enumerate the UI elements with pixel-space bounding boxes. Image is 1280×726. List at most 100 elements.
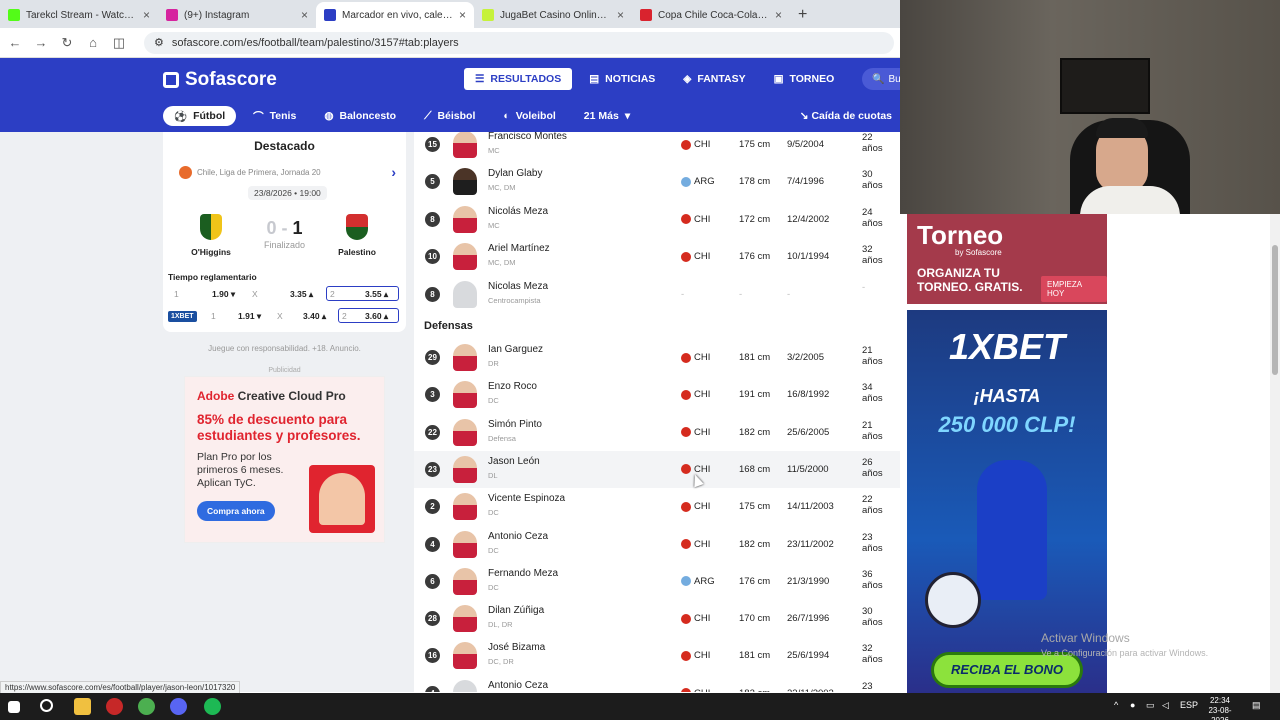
close-icon[interactable]: × (301, 8, 308, 22)
windows-start-icon[interactable] (8, 701, 20, 713)
close-icon[interactable]: × (775, 8, 782, 22)
microphone-icon[interactable]: ● (1130, 700, 1135, 710)
featured-match-card[interactable]: Destacado Chile, Liga de Primera, Jornad… (163, 132, 406, 332)
new-tab-button[interactable]: + (790, 6, 815, 28)
age-number: 22 (862, 494, 873, 506)
table-row[interactable]: 2 Vicente Espinoza DC CHI 175 cm 14/11/2003 22… (414, 488, 900, 525)
browser-tab[interactable]: Tarekcl Stream - Watch Live on × (0, 2, 158, 28)
odds-value-1[interactable]: 1.91 ▾ (238, 311, 261, 322)
split-view-icon[interactable]: ◫ (112, 35, 126, 51)
sport-voleibol[interactable]: ◐ Voleibol (492, 106, 566, 126)
sport-mas[interactable]: 21 Más ▾ (573, 106, 641, 126)
player-name[interactable]: Jason León (488, 456, 540, 467)
browser-tab[interactable]: (9+) Instagram × (158, 2, 316, 28)
player-name[interactable]: Dylan Glaby (488, 168, 542, 179)
close-icon[interactable]: × (459, 8, 466, 22)
home-icon[interactable]: ⌂ (86, 35, 100, 50)
nav-torneo[interactable]: ▣ TORNEO (763, 68, 846, 90)
sport-beisbol[interactable]: ⟋ Béisbol (413, 106, 486, 126)
player-name[interactable]: Francisco Montes (488, 132, 567, 142)
search-icon[interactable] (40, 699, 53, 712)
caida-de-cuotas-link[interactable]: ↘ Caída de cuotas (800, 110, 892, 122)
file-explorer-icon[interactable] (74, 698, 91, 715)
nav-noticias[interactable]: ▤ NOTICIAS (578, 68, 666, 90)
player-name[interactable]: Nicolás Meza (488, 206, 548, 217)
player-name[interactable]: Antonio Ceza (488, 680, 548, 691)
browser-tab[interactable]: JugaBet Casino Online | El Mejo × (474, 2, 632, 28)
tab-favicon-icon (482, 9, 494, 21)
table-row[interactable]: 5 Dylan Glaby MC, DM ARG 178 cm 7/4/1996 30 año… (414, 163, 900, 200)
forward-icon[interactable]: → (34, 35, 48, 50)
table-row[interactable]: 16 José Bizama DC, DR CHI 181 cm 25/6/1994 32 a… (414, 637, 900, 674)
scrollbar-thumb[interactable] (1272, 245, 1278, 375)
adobe-cta-button[interactable]: Compra ahora (197, 501, 275, 521)
torneo-line1: ORGANIZA TU (917, 266, 1000, 280)
nav-resultados[interactable]: ☰ RESULTADOS (464, 68, 573, 90)
table-row[interactable]: 29 Ian Garguez DR CHI 181 cm 3/2/2005 21 años (414, 339, 900, 376)
chevron-right-icon[interactable]: › (391, 164, 396, 180)
match-date: 23/8/2026 • 19:00 (248, 186, 327, 200)
odds-value-1[interactable]: 1.90 ▾ (212, 289, 235, 300)
table-row[interactable]: 28 Dilan Zúñiga DL, DR CHI 170 cm 26/7/1996 30… (414, 600, 900, 637)
player-age: 21 años (862, 420, 883, 442)
language-indicator[interactable]: ESP (1180, 700, 1198, 710)
player-name[interactable]: Nicolas Meza (488, 281, 548, 292)
table-row[interactable]: 8 Nicolás Meza MC CHI 172 cm 12/4/2002 24 años (414, 201, 900, 238)
player-name[interactable]: Simón Pinto (488, 419, 542, 430)
tray-chevron-icon[interactable]: ^ (1114, 700, 1118, 710)
back-icon[interactable]: ← (8, 35, 22, 50)
flag-icon (681, 688, 691, 692)
network-icon[interactable]: ▭ (1146, 700, 1155, 711)
table-row[interactable]: 10 Ariel Martínez MC, DM CHI 176 cm 10/1/1994… (414, 238, 900, 275)
sport-baloncesto[interactable]: ◍ Baloncesto (313, 106, 407, 126)
1xbet-badge[interactable]: 1XBET (168, 310, 197, 322)
spotify-icon[interactable] (204, 698, 221, 715)
app-icon[interactable] (106, 698, 123, 715)
player-name[interactable]: Vicente Espinoza (488, 493, 565, 504)
discord-icon[interactable] (170, 698, 187, 715)
torneo-ad[interactable]: Torneo by Sofascore ORGANIZA TU TORNEO. G… (907, 214, 1107, 304)
sport-futbol[interactable]: ⚽ Fútbol (163, 106, 237, 126)
chrome-icon[interactable] (138, 698, 155, 715)
site-info-icon[interactable]: ⚙ (154, 36, 164, 49)
nationality: CHI (681, 352, 710, 363)
table-row[interactable]: 4 Antonio Ceza DC CHI 182 cm 23/11/2002 23 años (414, 526, 900, 563)
sport-tenis[interactable]: ⌒ Tenis (242, 106, 307, 126)
player-name[interactable]: Antonio Ceza (488, 531, 548, 542)
table-row[interactable]: 3 Enzo Roco DC CHI 191 cm 16/8/1992 34 años (414, 376, 900, 413)
browser-tab[interactable]: Copa Chile Coca-Cola Zero Azu × (632, 2, 790, 28)
torneo-cta-button[interactable]: EMPIEZA HOY (1041, 276, 1107, 302)
address-input[interactable]: ⚙ sofascore.com/es/football/team/palesti… (144, 31, 894, 54)
player-position: MC (488, 220, 500, 230)
notifications-icon[interactable]: ▤ (1252, 700, 1261, 711)
age-number: 21 (862, 345, 873, 356)
taskbar-clock[interactable]: 22:34 23-08-2026 (1200, 696, 1240, 726)
sport-label: Voleibol (515, 110, 556, 122)
player-name[interactable]: Ian Garguez (488, 344, 543, 355)
reload-icon[interactable]: ↻ (60, 35, 74, 51)
table-row[interactable]: 4 Antonio Ceza CHI 182 cm 23/11/2002 23 (414, 675, 900, 692)
browser-tab[interactable]: Marcador en vivo, calendario y × (316, 2, 474, 28)
sport-label: Fútbol (193, 110, 226, 122)
close-icon[interactable]: × (143, 8, 150, 22)
sofascore-logo[interactable]: Sofascore (163, 69, 277, 91)
player-name[interactable]: Ariel Martínez (488, 243, 550, 254)
volume-icon[interactable]: ◁ (1162, 700, 1169, 711)
player-name[interactable]: Enzo Roco (488, 381, 537, 392)
close-icon[interactable]: × (617, 8, 624, 22)
nav-fantasy[interactable]: ◈ FANTASY (672, 68, 756, 90)
avatar (453, 605, 477, 633)
table-row[interactable]: 6 Fernando Meza DC ARG 176 cm 21/3/1990 36 años (414, 563, 900, 600)
player-name[interactable]: José Bizama (488, 642, 545, 653)
player-name[interactable]: Dilan Zúñiga (488, 605, 544, 616)
table-row[interactable]: 15 Francisco Montes MC CHI 175 cm 9/5/2004 22 a… (414, 132, 900, 163)
player-position: DC, DR (488, 657, 514, 667)
player-name[interactable]: Fernando Meza (488, 568, 558, 579)
odds-value-x[interactable]: 3.40 ▴ (303, 311, 326, 322)
table-row[interactable]: 22 Simón Pinto Defensa CHI 182 cm 25/6/2005 21… (414, 414, 900, 451)
odds-value-x[interactable]: 3.35 ▴ (290, 289, 313, 300)
table-row[interactable]: 8 Nicolas Meza Centrocampista - - - - (414, 276, 900, 313)
nationality-code: CHI (694, 613, 711, 625)
table-row[interactable]: 23 Jason León DL CHI 168 cm 11/5/2000 26 años (414, 450, 900, 488)
adobe-ad[interactable]: Adobe Creative Cloud Pro 85% de descuent… (184, 376, 385, 543)
